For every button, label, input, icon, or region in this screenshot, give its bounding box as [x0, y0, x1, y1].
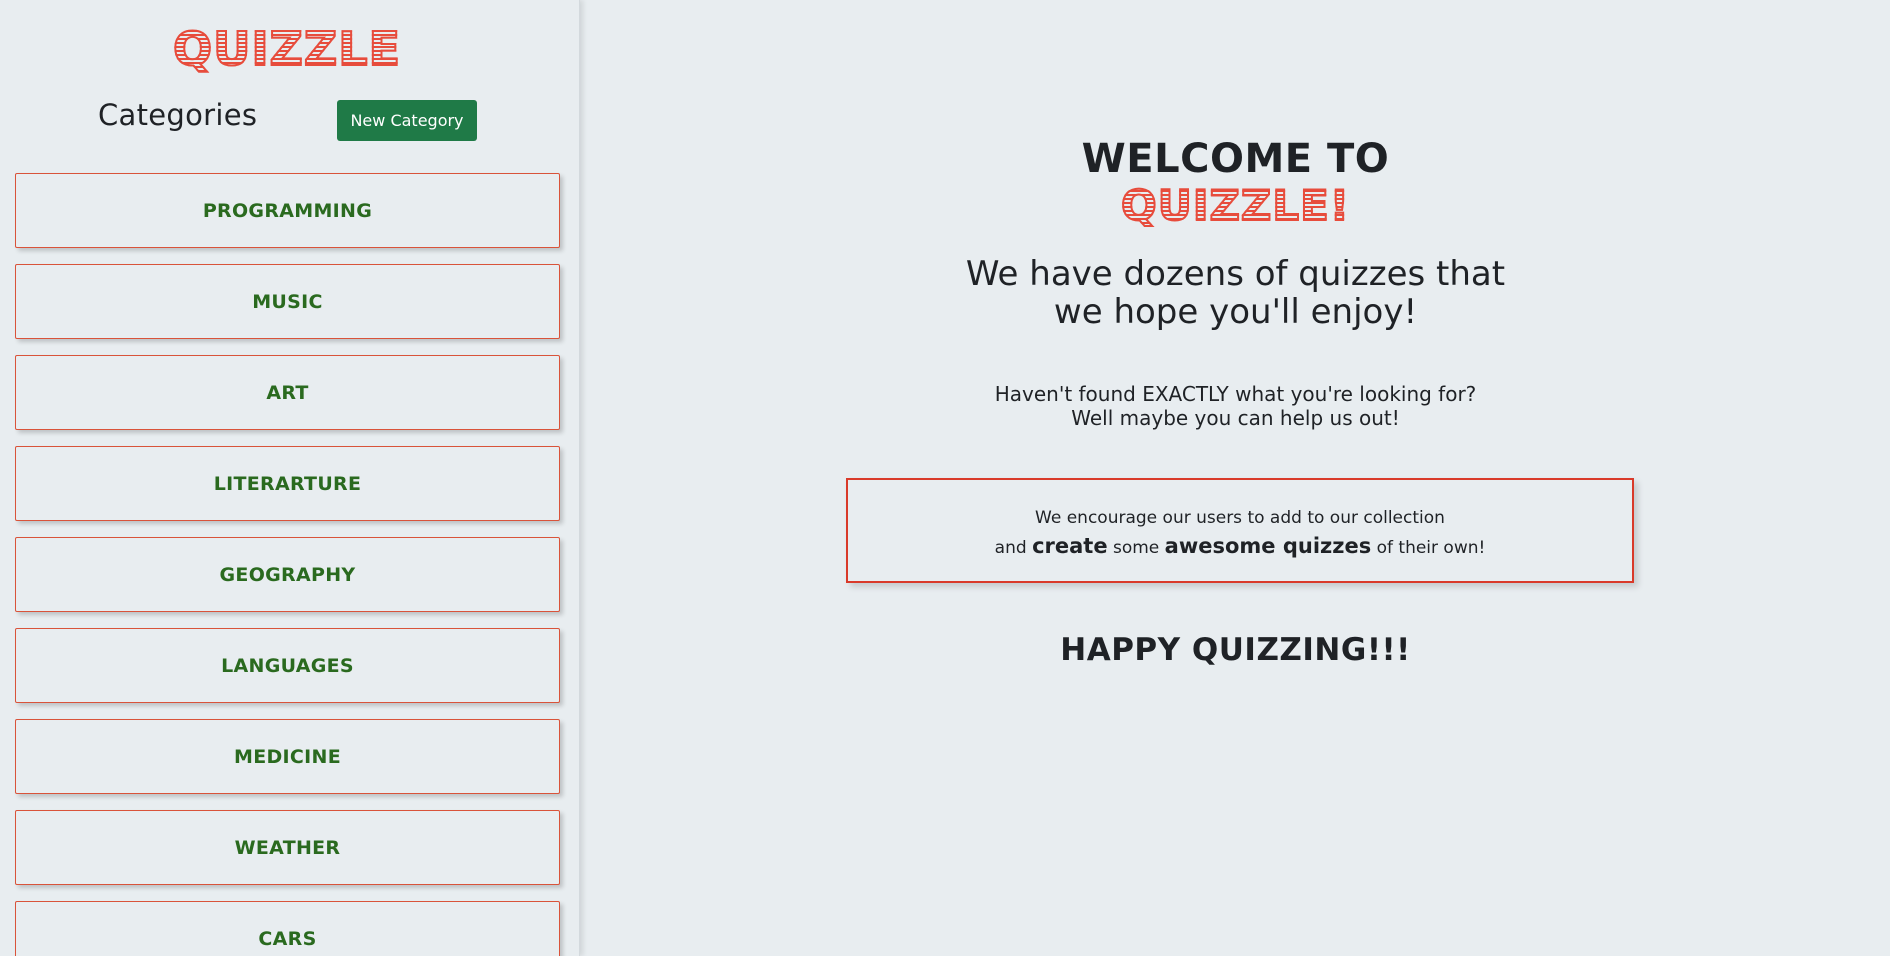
- sub-line-1: Haven't found EXACTLY what you're lookin…: [994, 382, 1477, 406]
- welcome-logo: QUIZZLE!: [581, 181, 1890, 230]
- main-content: WELCOME TO QUIZZLE! We have dozens of qu…: [581, 0, 1890, 956]
- callout-some: some: [1112, 538, 1160, 558]
- category-label: GEOGRAPHY: [219, 563, 356, 586]
- callout-create: create: [1032, 534, 1108, 558]
- sub-text: Haven't found EXACTLY what you're lookin…: [581, 382, 1890, 430]
- callout-box: We encourage our users to add to our col…: [846, 478, 1634, 583]
- callout-and: and: [994, 538, 1027, 558]
- callout-tail: of their own!: [1376, 538, 1486, 558]
- closing-heading: HAPPY QUIZZING!!!: [1060, 632, 1411, 668]
- category-label: ART: [266, 381, 309, 404]
- category-card-medicine[interactable]: MEDICINE: [15, 719, 560, 794]
- category-card-literarture[interactable]: LITERARTURE: [15, 446, 560, 521]
- category-card-cars[interactable]: CARS: [15, 901, 560, 956]
- category-label: CARS: [258, 927, 317, 950]
- category-card-programming[interactable]: PROGRAMMING: [15, 173, 560, 248]
- lead-line-2: we hope you'll enjoy!: [1053, 292, 1418, 332]
- callout-line-2: and create some awesome quizzes of their…: [848, 532, 1632, 562]
- category-label: LANGUAGES: [221, 654, 354, 677]
- category-label: LITERARTURE: [213, 472, 362, 495]
- welcome-heading: WELCOME TO: [1081, 136, 1390, 182]
- category-card-music[interactable]: MUSIC: [15, 264, 560, 339]
- category-list: PROGRAMMING MUSIC ART LITERARTURE GEOGRA…: [15, 173, 560, 956]
- category-label: MEDICINE: [233, 745, 342, 768]
- category-card-art[interactable]: ART: [15, 355, 560, 430]
- sub-line-2: Well maybe you can help us out!: [1071, 406, 1400, 430]
- lead-line-1: We have dozens of quizzes that: [965, 254, 1506, 294]
- logo[interactable]: QUIZZLE: [0, 22, 574, 76]
- sidebar: QUIZZLE Categories New Category PROGRAMM…: [0, 0, 580, 956]
- logo-text: QUIZZLE: [172, 22, 401, 76]
- category-label: WEATHER: [234, 836, 341, 859]
- welcome-logo-text: QUIZZLE!: [1120, 181, 1350, 230]
- categories-title: Categories: [98, 98, 258, 132]
- callout-line-1: We encourage our users to add to our col…: [1035, 508, 1445, 528]
- callout-awesome-quizzes: awesome quizzes: [1164, 534, 1372, 558]
- category-card-geography[interactable]: GEOGRAPHY: [15, 537, 560, 612]
- category-label: PROGRAMMING: [202, 199, 373, 222]
- new-category-button[interactable]: New Category: [337, 100, 477, 141]
- app-root: QUIZZLE Categories New Category PROGRAMM…: [0, 0, 1890, 956]
- category-card-weather[interactable]: WEATHER: [15, 810, 560, 885]
- category-card-languages[interactable]: LANGUAGES: [15, 628, 560, 703]
- lead-text: We have dozens of quizzes that we hope y…: [581, 255, 1890, 331]
- category-label: MUSIC: [252, 290, 323, 313]
